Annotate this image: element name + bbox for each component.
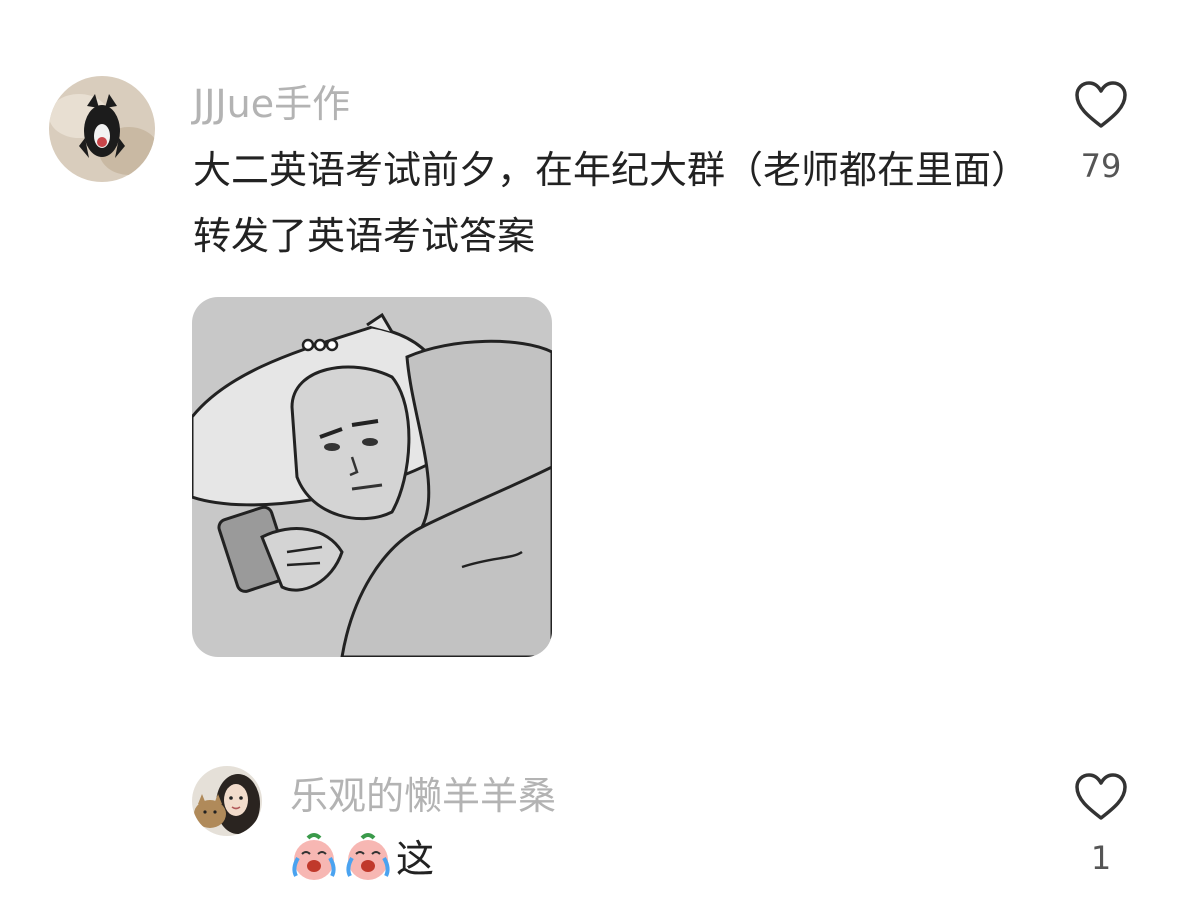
comment-1-like[interactable]: 79 <box>1056 80 1146 186</box>
cat-photo-avatar-icon <box>49 76 155 182</box>
comment-1-username[interactable]: JJJue手作 <box>193 82 350 126</box>
comment-2-text: 这 <box>396 837 435 881</box>
heart-outline-icon[interactable] <box>1074 80 1128 130</box>
comment-2-like-count: 1 <box>1090 839 1112 877</box>
comment-1-avatar[interactable] <box>49 76 155 182</box>
girl-with-cat-avatar-icon <box>192 766 262 836</box>
comment-2-like[interactable]: 1 <box>1056 772 1146 878</box>
lying-in-bed-phone-meme-icon <box>192 297 552 657</box>
comment-2-text-line[interactable]: 这 <box>288 826 434 902</box>
crying-peach-emoji-icon <box>288 830 340 902</box>
comment-1-sticker-image[interactable] <box>192 297 552 657</box>
comment-1-like-count: 79 <box>1080 147 1122 185</box>
comment-1-text[interactable]: 大二英语考试前夕，在年纪大群（老师都在里面）转发了英语考试答案 <box>193 137 1023 269</box>
crying-peach-emoji-icon <box>342 830 394 902</box>
heart-outline-icon[interactable] <box>1074 772 1128 822</box>
comment-2-username[interactable]: 乐观的懒羊羊桑 <box>290 774 556 818</box>
comment-2-avatar[interactable] <box>192 766 262 836</box>
